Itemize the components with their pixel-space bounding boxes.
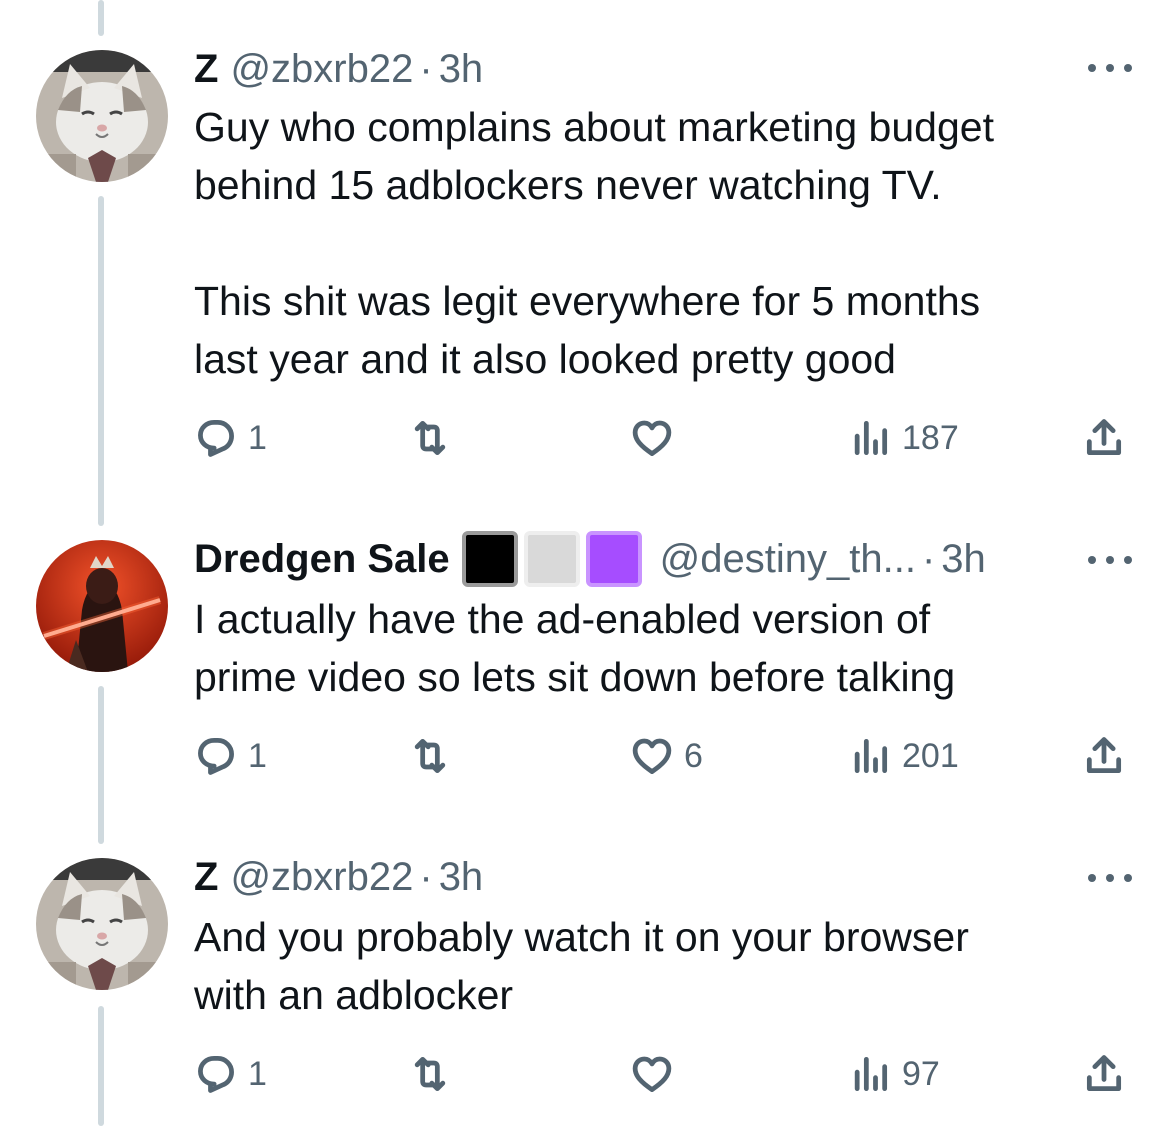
separator-dot: · [921,536,936,581]
views-icon [854,1056,888,1092]
views-button[interactable]: 187 [848,414,959,462]
tweet-actions: 1 6 201 [194,732,1134,780]
tweet-text: I actually have the ad-enabled version o… [194,596,956,700]
display-name[interactable]: Z [194,855,218,900]
like-button[interactable] [630,1050,684,1098]
reply-icon [198,738,234,775]
reply-count: 1 [248,1054,267,1093]
display-name[interactable]: Z [194,47,218,92]
red-warrior-avatar-image [36,540,168,672]
share-icon [1086,737,1122,774]
view-count: 201 [902,736,959,775]
reply-button[interactable]: 1 [194,732,267,780]
black-square-emoji [461,531,518,587]
more-icon [1106,556,1114,564]
reply-icon [198,420,234,457]
white-square-emoji [523,531,580,587]
more-icon [1106,874,1114,882]
retweet-icon [414,738,446,774]
name-emoji-badges [461,531,642,587]
more-icon [1124,556,1132,564]
more-icon [1124,874,1132,882]
share-icon [1086,419,1122,456]
share-button[interactable] [1082,414,1126,462]
retweet-button[interactable] [408,732,462,780]
cat-avatar-image [36,858,168,990]
user-handle[interactable]: @destiny_th... [660,537,916,582]
views-icon [854,738,888,774]
separator-dot: · [419,854,433,899]
avatar[interactable] [36,540,168,672]
display-name[interactable]: Dredgen Sale [194,537,450,582]
tweet-text: Guy who complains about marketing budget… [194,104,994,382]
tweet-text: And you probably watch it on your browse… [194,914,969,1018]
more-button[interactable] [1088,58,1132,78]
purple-square-emoji [585,531,642,587]
thread-line [98,686,104,844]
reply-button[interactable]: 1 [194,414,267,462]
tweet-actions: 1 97 [194,1050,1134,1098]
avatar[interactable] [36,50,168,182]
retweet-button[interactable] [408,414,462,462]
more-button[interactable] [1088,550,1132,570]
tweet-actions: 1 187 [194,414,1134,462]
thread-line [98,1006,104,1126]
heart-icon [632,1056,672,1092]
avatar[interactable] [36,858,168,990]
thread-line [98,196,104,526]
timestamp[interactable]: 3h [439,47,484,92]
retweet-button[interactable] [408,1050,462,1098]
tweet-header: Dredgen Sale @destiny_th... · 3h [194,531,986,587]
view-count: 97 [902,1054,940,1093]
heart-icon [632,738,672,774]
timestamp[interactable]: 3h [439,855,484,900]
tweet-header: Z @zbxrb22 · 3h [194,44,483,94]
separator-dot: · [419,46,433,91]
view-count: 187 [902,418,959,457]
more-icon [1124,64,1132,72]
more-icon [1106,64,1114,72]
more-button[interactable] [1088,868,1132,888]
retweet-icon [414,1056,446,1092]
views-button[interactable]: 201 [848,732,959,780]
timestamp[interactable]: 3h [941,537,986,582]
thread-line [98,0,104,36]
share-icon [1086,1055,1122,1092]
more-icon [1088,874,1096,882]
retweet-icon [414,420,446,456]
views-icon [854,420,888,456]
share-button[interactable] [1082,732,1126,780]
reply-button[interactable]: 1 [194,1050,267,1098]
heart-icon [632,420,672,456]
like-button[interactable] [630,414,684,462]
reply-count: 1 [248,736,267,775]
more-icon [1088,64,1096,72]
tweet-header: Z @zbxrb22 · 3h [194,852,483,902]
reply-count: 1 [248,418,267,457]
share-button[interactable] [1082,1050,1126,1098]
views-button[interactable]: 97 [848,1050,940,1098]
like-count: 6 [684,736,703,775]
more-icon [1088,556,1096,564]
cat-avatar-image [36,50,168,182]
user-handle[interactable]: @zbxrb22 [230,855,413,900]
like-button[interactable]: 6 [630,732,703,780]
reply-icon [198,1056,234,1093]
user-handle[interactable]: @zbxrb22 [230,47,413,92]
